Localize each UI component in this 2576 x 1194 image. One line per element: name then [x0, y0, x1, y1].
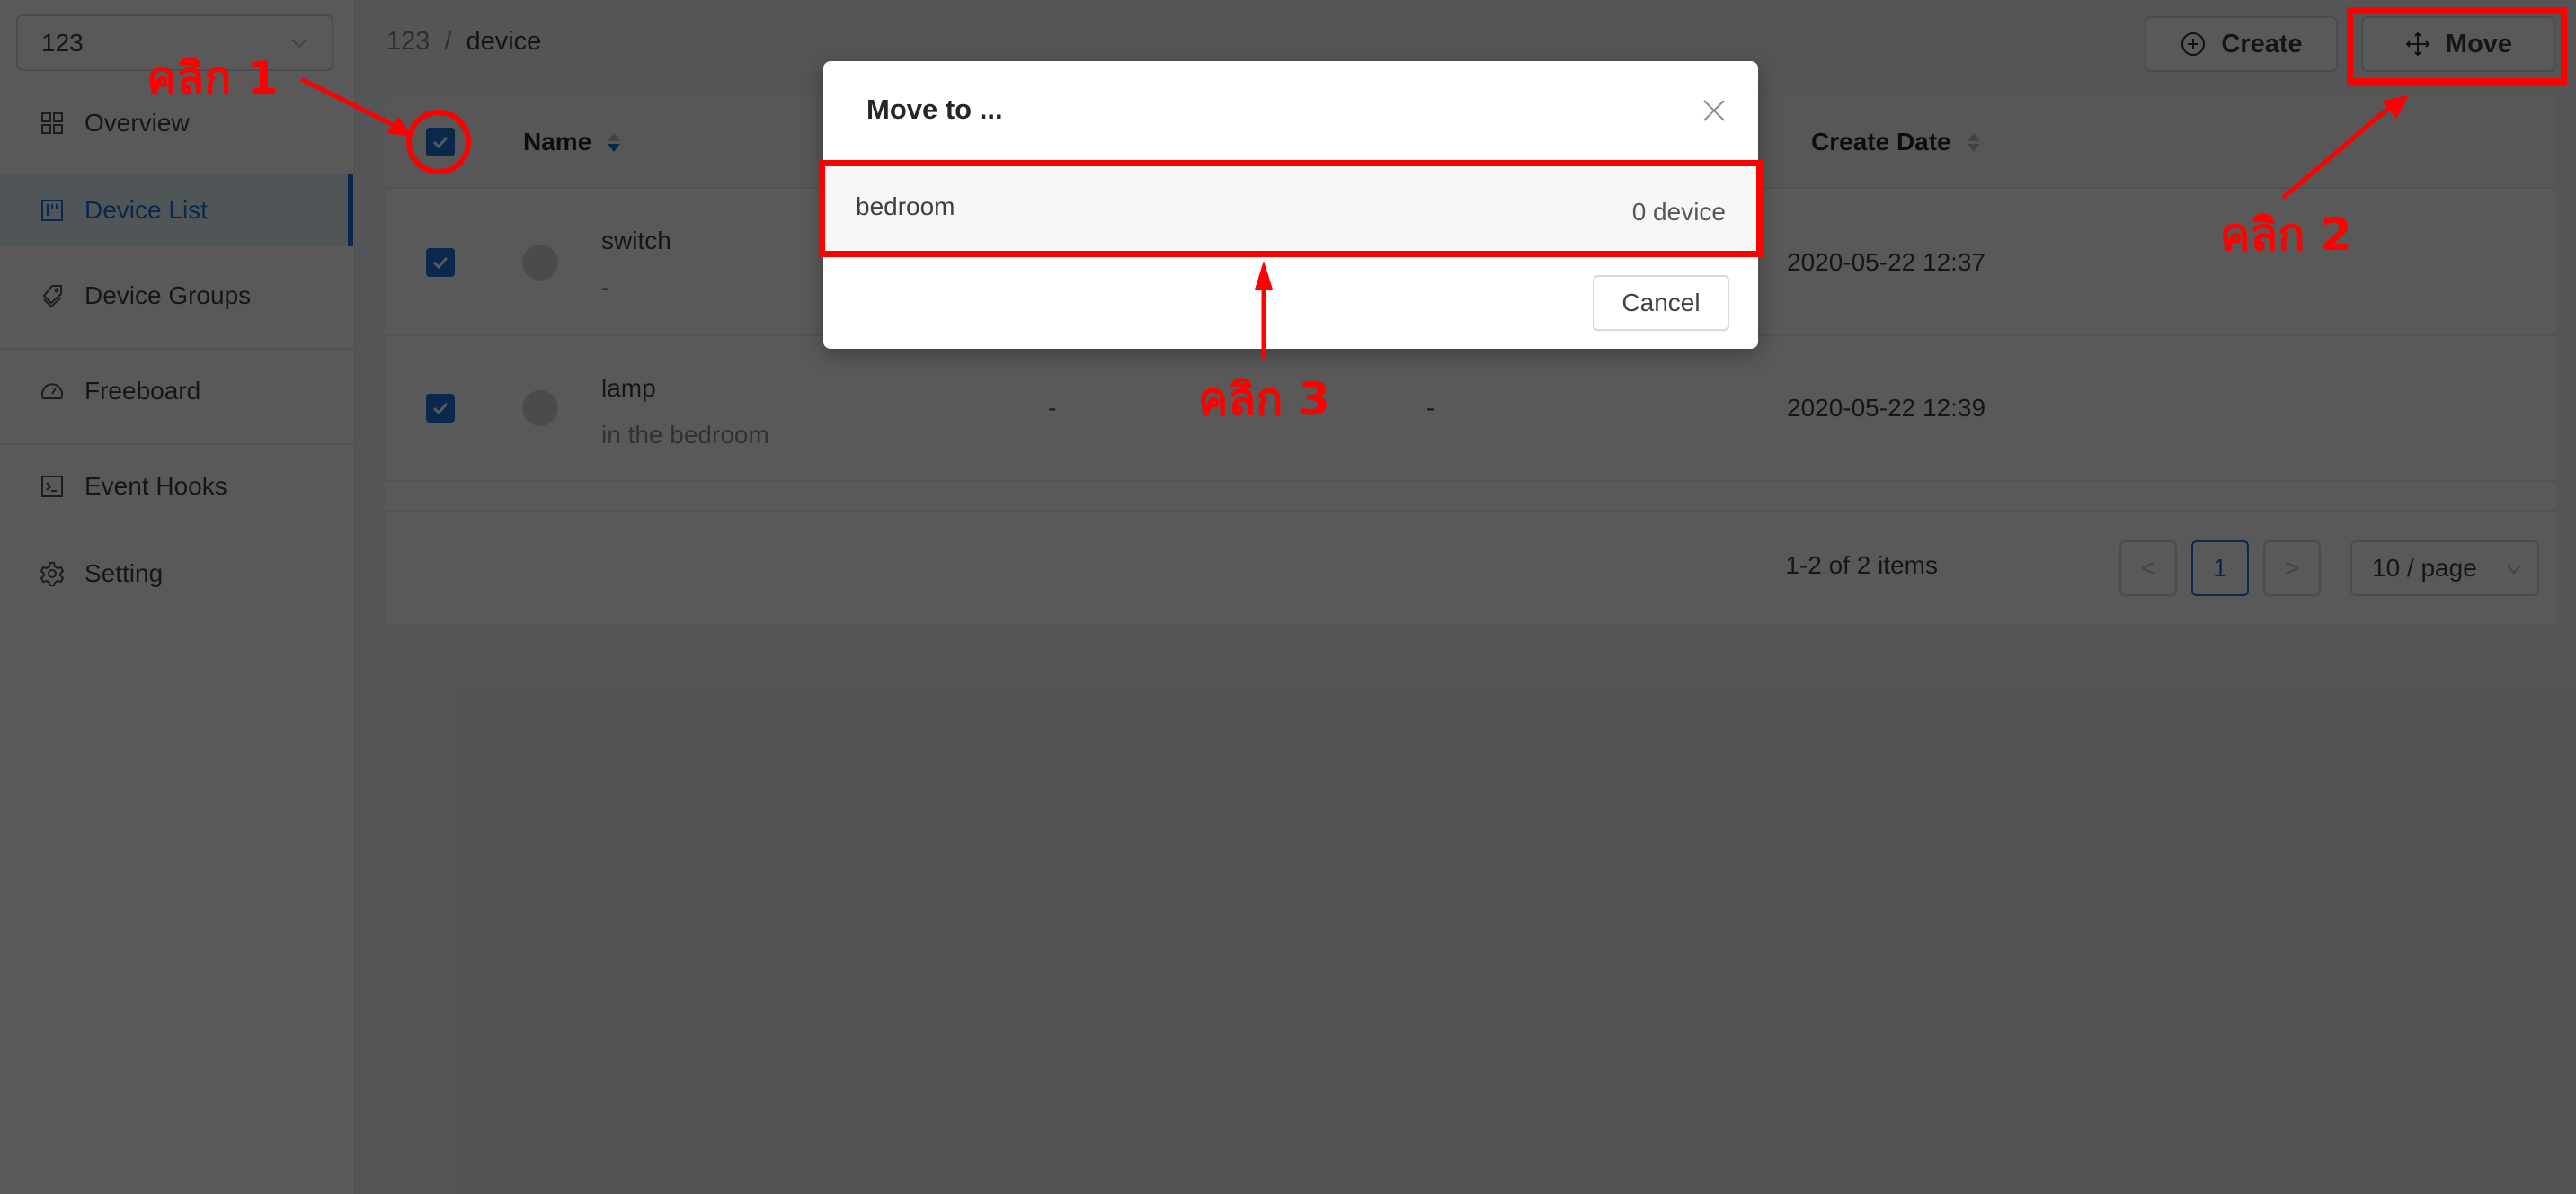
- modal-title: Move to ...: [866, 94, 1003, 125]
- close-icon[interactable]: [1699, 95, 1729, 126]
- cancel-button[interactable]: Cancel: [1593, 275, 1729, 331]
- group-device-count: 0 device: [1631, 198, 1726, 226]
- move-to-modal: Move to ... bedroom 0 device Cancel: [823, 61, 1758, 349]
- group-name: bedroom: [856, 192, 955, 220]
- group-option-bedroom[interactable]: bedroom 0 device: [823, 164, 1758, 257]
